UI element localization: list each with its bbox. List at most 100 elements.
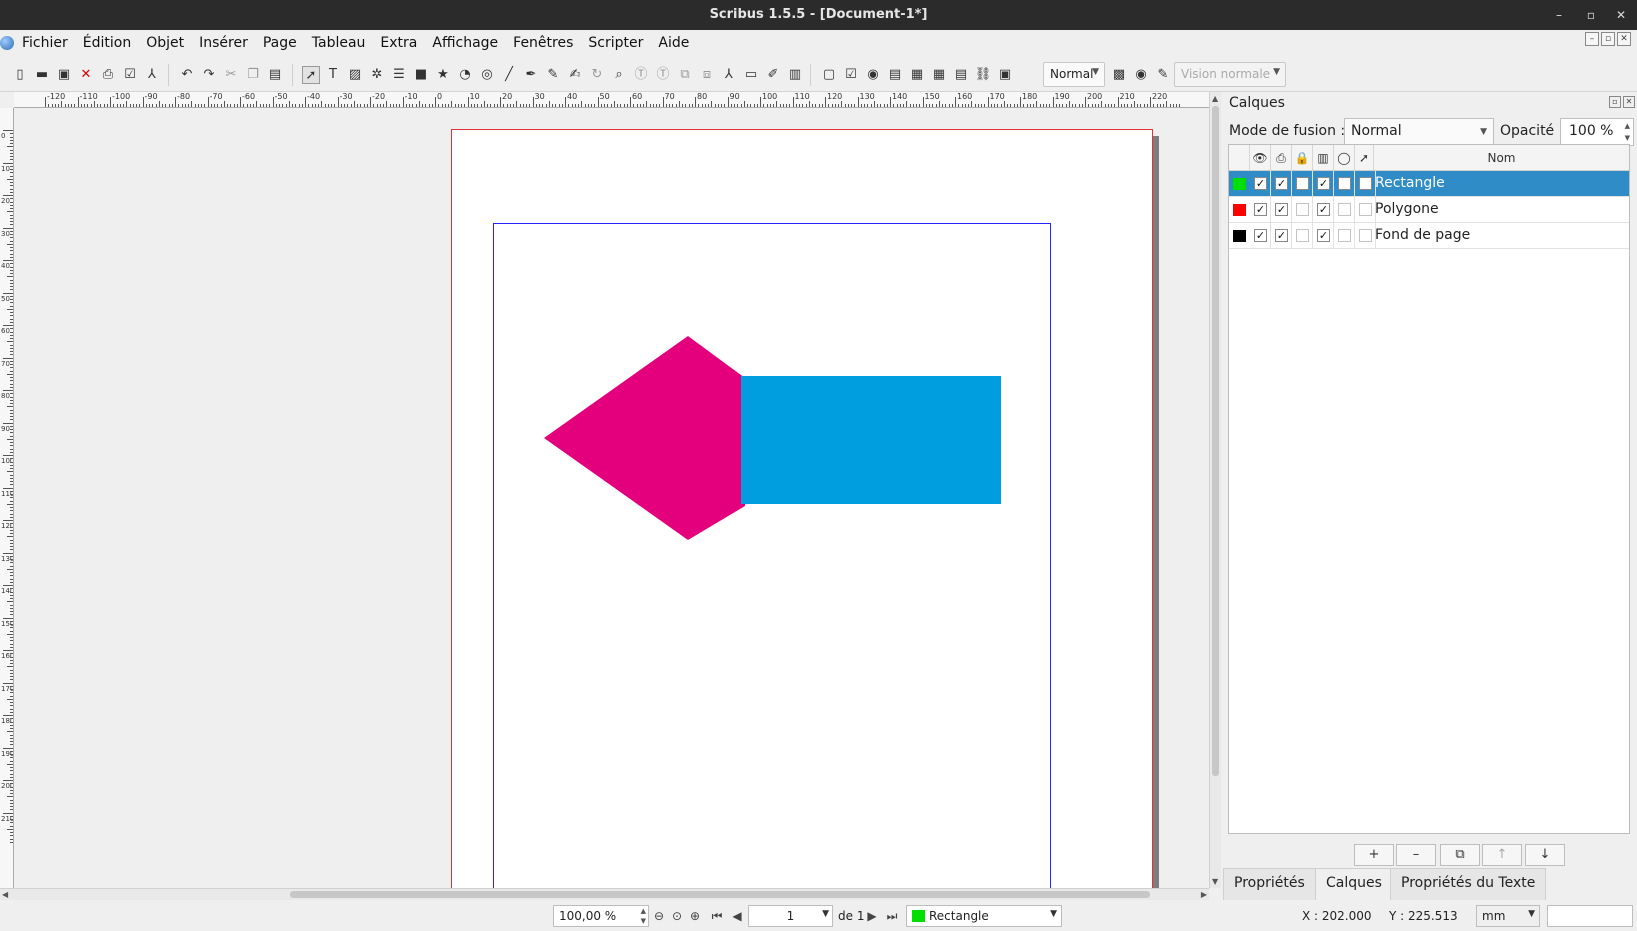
lock-icon[interactable]: 🔒 [1292, 145, 1313, 171]
horizontal-ruler[interactable]: -120 -110 -100 -90 -80 -70 -60 -50 -40 -30 -20 -10 0… [14, 92, 1209, 108]
layer-visible-checkbox[interactable]: ✓ [1254, 229, 1267, 242]
render-mode-select[interactable]: Normal ▼ [1043, 62, 1105, 87]
panel-close-icon[interactable]: ✕ [1623, 96, 1635, 108]
export-pdf-icon[interactable]: ⅄ [143, 66, 161, 84]
render-frame-icon[interactable]: ✲ [368, 66, 386, 84]
duplicate-layer-button[interactable]: ⧉ [1440, 844, 1480, 866]
selectable-cursor-icon[interactable]: ➚ [1355, 145, 1374, 171]
scroll-right-icon[interactable]: ▶ [1201, 890, 1207, 899]
mdi-restore-icon[interactable]: ▫ [1601, 32, 1615, 46]
layer-outline-checkbox[interactable] [1338, 229, 1351, 242]
undo-icon[interactable]: ↶ [178, 66, 196, 84]
paste-icon[interactable]: ▤ [266, 66, 284, 84]
menu-tableau[interactable]: Tableau [312, 35, 366, 51]
story-editor-icon[interactable]: Ⓣ [654, 66, 672, 84]
menu-affichage[interactable]: Affichage [432, 35, 498, 51]
menu-objet[interactable]: Objet [146, 35, 184, 51]
printable-printer-icon[interactable]: ⎙ [1271, 145, 1292, 171]
layer-visible-checkbox[interactable]: ✓ [1254, 203, 1267, 216]
menu-edition[interactable]: Édition [83, 35, 131, 51]
zoom-100-icon[interactable]: ⊙ [669, 908, 685, 924]
layer-outline-checkbox[interactable] [1338, 177, 1351, 190]
menu-inserer[interactable]: Insérer [199, 35, 248, 51]
zoom-input[interactable]: 100,00 % ▲ ▼ [553, 905, 649, 927]
mdi-close-icon[interactable]: ✕ [1617, 32, 1631, 46]
remove-layer-button[interactable]: – [1396, 844, 1436, 866]
zoom-in-icon[interactable]: ⊕ [687, 908, 703, 924]
text-flow-icon[interactable]: ▥ [1313, 145, 1334, 171]
new-document-icon[interactable]: ▯ [11, 66, 29, 84]
document-canvas[interactable] [14, 108, 1209, 888]
pdf-textfield-icon[interactable]: ▤ [886, 66, 904, 84]
name-column-header[interactable]: Nom [1374, 145, 1629, 171]
minimize-button[interactable]: – [1550, 6, 1568, 24]
layer-selectable-checkbox[interactable] [1359, 177, 1372, 190]
raise-layer-button[interactable]: ↑ [1482, 844, 1522, 866]
freehand-tool-icon[interactable]: ✎ [544, 66, 562, 84]
menu-fenetres[interactable]: Fenêtres [513, 35, 573, 51]
tab-calques[interactable]: Calques [1315, 868, 1393, 900]
pdf-checkbox-icon[interactable]: ☑ [842, 66, 860, 84]
spiral-tool-icon[interactable]: ◎ [478, 66, 496, 84]
pdf-radio-icon[interactable]: ◉ [864, 66, 882, 84]
scroll-down-icon[interactable]: ▼ [1212, 877, 1218, 886]
zoom-tool-icon[interactable]: ⌕ [610, 66, 628, 84]
layer-locked-checkbox[interactable] [1296, 203, 1309, 216]
vision-mode-select[interactable]: Vision normale ▼ [1174, 62, 1286, 87]
select-tool-icon[interactable]: ➚ [302, 66, 320, 84]
vertical-scroll-thumb[interactable] [1212, 106, 1219, 776]
layer-text-flow-checkbox[interactable]: ✓ [1317, 229, 1330, 242]
layer-text-flow-checkbox[interactable]: ✓ [1317, 177, 1330, 190]
lower-layer-button[interactable]: ↓ [1525, 844, 1565, 866]
layer-row[interactable]: ✓ ✓ ✓ Rectangle [1229, 171, 1629, 197]
unlink-frames-icon[interactable]: ⧈ [698, 66, 716, 84]
layer-printable-checkbox[interactable]: ✓ [1275, 229, 1288, 242]
layer-printable-checkbox[interactable]: ✓ [1275, 203, 1288, 216]
layer-printable-checkbox[interactable]: ✓ [1275, 177, 1288, 190]
layer-name[interactable]: Rectangle [1375, 175, 1445, 191]
pdf-combobox-icon[interactable]: ▦ [908, 66, 926, 84]
layer-name[interactable]: Polygone [1375, 201, 1439, 217]
open-document-icon[interactable]: ▬ [33, 66, 51, 84]
tab-proprietes-texte[interactable]: Propriétés du Texte [1390, 868, 1547, 900]
line-tool-icon[interactable]: ╱ [500, 66, 518, 84]
tab-proprietes[interactable]: Propriétés [1223, 868, 1316, 900]
horizontal-scrollbar[interactable]: ◀ ▶ [0, 888, 1209, 900]
polygon-tool-icon[interactable]: ★ [434, 66, 452, 84]
redo-icon[interactable]: ↷ [200, 66, 218, 84]
vertical-scrollbar[interactable]: ▲ ▼ [1209, 92, 1221, 888]
layer-color-swatch[interactable] [1233, 230, 1246, 242]
previous-page-icon[interactable]: ◀ [729, 908, 745, 924]
layer-color-swatch[interactable] [1233, 178, 1246, 190]
layer-outline-checkbox[interactable] [1338, 203, 1351, 216]
menu-extra[interactable]: Extra [380, 35, 417, 51]
vertical-ruler[interactable]: 0 10 20 30 40 50 60 70 80 90 100 110 120 130 140 150 160… [0, 108, 14, 888]
panel-float-icon[interactable]: ▫ [1609, 96, 1621, 108]
maximize-button[interactable]: ▫ [1582, 6, 1600, 24]
status-extra-field[interactable] [1547, 905, 1633, 927]
pdf-file-icon[interactable]: ▣ [996, 66, 1014, 84]
bezier-tool-icon[interactable]: ✒ [522, 66, 540, 84]
layer-row[interactable]: ✓ ✓ ✓ Polygone [1229, 197, 1629, 223]
horizontal-scroll-thumb[interactable] [290, 891, 1150, 898]
table-tool-icon[interactable]: ☰ [390, 66, 408, 84]
calligraphic-tool-icon[interactable]: ✍ [566, 66, 584, 84]
color-management-icon[interactable]: ▩ [1110, 66, 1128, 84]
layer-locked-checkbox[interactable] [1296, 229, 1309, 242]
opacity-spinbox[interactable]: 100 % ▲ ▼ [1560, 118, 1634, 146]
add-layer-button[interactable]: + [1354, 844, 1394, 866]
layer-visible-checkbox[interactable]: ✓ [1254, 177, 1267, 190]
current-layer-select[interactable]: Rectangle ▼ [906, 905, 1062, 927]
eyedropper-icon[interactable]: ✐ [764, 66, 782, 84]
pdf-annotation-icon[interactable]: ▤ [952, 66, 970, 84]
close-document-icon[interactable]: ✕ [77, 66, 95, 84]
print-icon[interactable]: ⎙ [99, 66, 117, 84]
scroll-left-icon[interactable]: ◀ [2, 890, 8, 899]
close-window-button[interactable]: ✕ [1612, 6, 1630, 24]
menu-fichier[interactable]: Fichier [22, 35, 68, 51]
preview-eye-icon[interactable]: ◉ [1132, 66, 1150, 84]
pdf-link-icon[interactable]: ⛓ [974, 66, 992, 84]
zoom-out-icon[interactable]: ⊖ [651, 908, 667, 924]
preflight-check-icon[interactable]: ☑ [121, 66, 139, 84]
magenta-polygon-shape[interactable] [544, 336, 745, 540]
